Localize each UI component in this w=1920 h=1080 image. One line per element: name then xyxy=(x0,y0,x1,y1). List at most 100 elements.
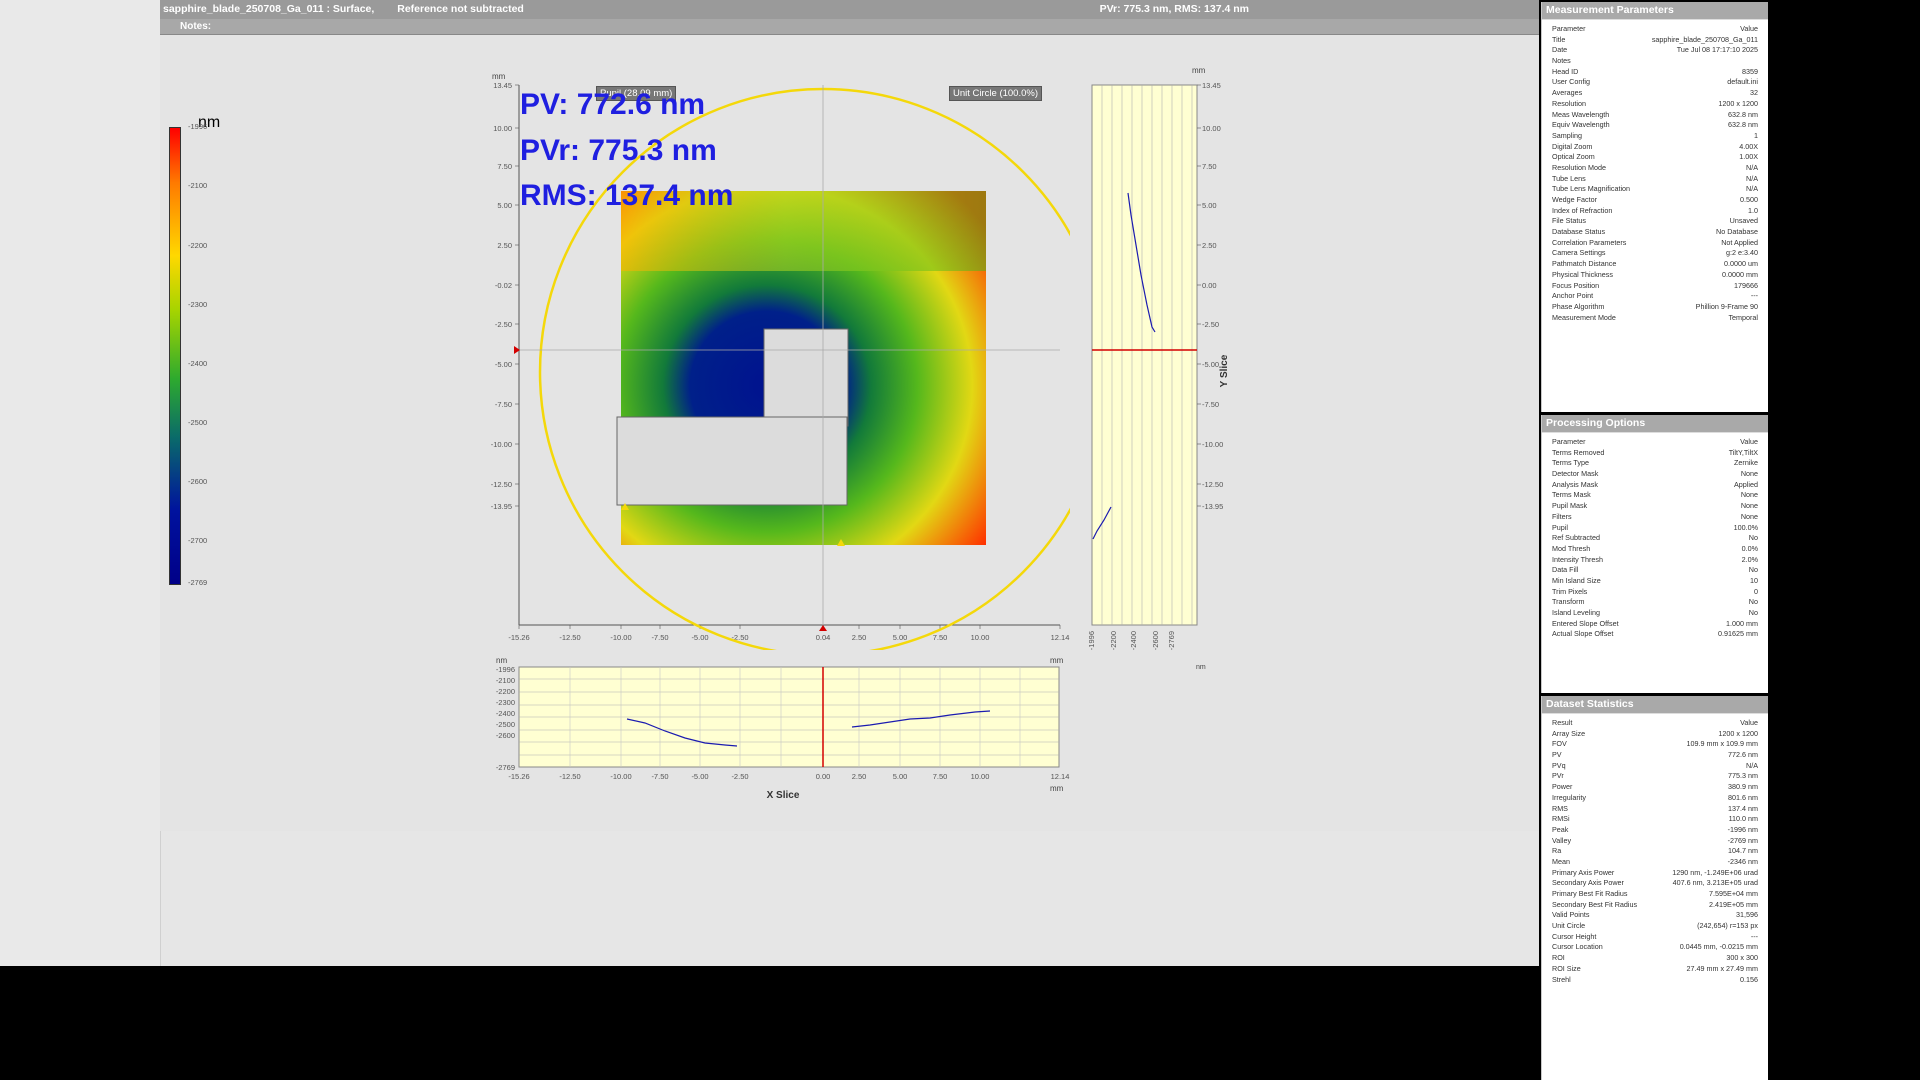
statistics-param: Strehl xyxy=(1552,974,1571,984)
measurement-value: Not Applied xyxy=(1721,237,1758,247)
colorbar-tick: -1996 xyxy=(188,122,208,131)
x-slice-y-tick: -2100 xyxy=(496,676,515,685)
measurement-row: Date Tue Jul 08 17:17:10 2025 xyxy=(1552,45,1758,56)
measurement-value: default.ini xyxy=(1727,77,1758,87)
processing-param: Data Fill xyxy=(1552,565,1579,575)
measurement-param: Resolution Mode xyxy=(1552,162,1606,172)
statistics-row: Power 380.9 nm xyxy=(1552,782,1758,793)
measurement-value: Unsaved xyxy=(1729,216,1758,226)
measurement-parameters-rows: Parameter Value Title sapphire_blade_250708… xyxy=(1542,20,1768,323)
statistics-param: Result xyxy=(1552,718,1573,727)
roi-box-center[interactable] xyxy=(763,328,849,427)
processing-row: Transform No xyxy=(1552,597,1758,608)
surface-y-ticks: 13.45 10.00 7.50 5.00 2.50 -0.02 -2.50 -5.00 -7.… xyxy=(491,81,519,511)
processing-param: Filters xyxy=(1552,511,1572,521)
measurement-row: Physical Thickness 0.0000 mm xyxy=(1552,270,1758,281)
statistics-row: Array Size 1200 x 1200 xyxy=(1552,729,1758,740)
x-slice-x-tick: 5.00 xyxy=(893,772,908,781)
processing-row: Intensity Thresh 2.0% xyxy=(1552,555,1758,566)
statistics-row: Result Value xyxy=(1552,718,1758,729)
measurement-row: Head ID 8359 xyxy=(1552,67,1758,78)
processing-value: None xyxy=(1740,511,1758,521)
y-slice-y-tick: -5.00 xyxy=(1202,360,1219,369)
processing-param: Trim Pixels xyxy=(1552,586,1588,596)
colorbar-tick: -2769 xyxy=(188,578,208,587)
measurement-param: Focus Position xyxy=(1552,280,1600,290)
measurement-value: N/A xyxy=(1746,173,1758,183)
surface-x-tick: 0.04 xyxy=(816,633,831,642)
colorbar-tick: -2600 xyxy=(188,477,208,486)
metric-rms: RMS: 137.4 nm xyxy=(520,179,734,212)
y-slice-y-tick: -12.50 xyxy=(1202,480,1223,489)
cursor-marker-x[interactable] xyxy=(819,625,827,631)
statistics-value: 801.6 nm xyxy=(1728,792,1758,802)
y-slice-y-tick: -2.50 xyxy=(1202,320,1219,329)
measurement-row: User Config default.ini xyxy=(1552,77,1758,88)
statistics-value: -2346 nm xyxy=(1727,856,1758,866)
colorbar-tick: -2300 xyxy=(188,300,208,309)
processing-param: Detector Mask xyxy=(1552,469,1599,479)
x-slice-x-ticks: -15.26 -12.50 -10.00 -7.50 -5.00 -2.50 0.00 2.5… xyxy=(508,772,1069,781)
statistics-param: Secondary Best Fit Radius xyxy=(1552,899,1638,909)
roi-box-lower[interactable] xyxy=(616,416,848,506)
statistics-value: 772.6 nm xyxy=(1728,750,1758,760)
notes-bar[interactable]: Notes: xyxy=(160,19,1539,35)
statistics-row: Ra 104.7 nm xyxy=(1552,846,1758,857)
surface-y-tick: -13.95 xyxy=(491,502,512,511)
processing-param: Terms Mask xyxy=(1552,490,1591,500)
processing-row: Filters None xyxy=(1552,512,1758,523)
measurement-row: Averages 32 xyxy=(1552,88,1758,99)
colorbar[interactable] xyxy=(169,127,181,585)
statistics-row: Strehl 0.156 xyxy=(1552,975,1758,986)
surface-y-tick: 7.50 xyxy=(497,162,512,171)
processing-value: No xyxy=(1748,533,1758,543)
dataset-statistics-panel: Dataset Statistics Result Value Array Size… xyxy=(1541,696,1768,1080)
statistics-param: Primary Best Fit Radius xyxy=(1552,889,1628,898)
processing-row: Detector Mask None xyxy=(1552,469,1758,480)
processing-row: Entered Slope Offset 1.000 mm xyxy=(1552,619,1758,630)
statistics-value: 775.3 nm xyxy=(1728,771,1758,781)
x-slice-x-tick: 10.00 xyxy=(971,772,990,781)
measurement-param: Camera Settings xyxy=(1552,248,1606,258)
title-text: sapphire_blade_250708_Ga_011 : Surface, xyxy=(163,3,375,15)
surface-x-tick: 10.00 xyxy=(971,633,990,642)
processing-row: Terms Mask None xyxy=(1552,490,1758,501)
measurement-param: Index of Refraction xyxy=(1552,205,1613,215)
measurement-row: Database Status No Database xyxy=(1552,227,1758,238)
statistics-value: 0.0445 mm, -0.0215 mm xyxy=(1679,942,1758,952)
surface-x-tick: -10.00 xyxy=(610,633,631,642)
measurement-row: Digital Zoom 4.00X xyxy=(1552,142,1758,153)
processing-param: Pupil xyxy=(1552,522,1568,532)
measurement-value: 4.00X xyxy=(1739,141,1758,151)
x-slice-plot[interactable]: nm mm mm -1996-2100-2200-2300-2400-2500-… xyxy=(470,655,1070,805)
y-slice-y-tick: 0.00 xyxy=(1202,281,1217,290)
measurement-param: Digital Zoom xyxy=(1552,141,1593,151)
x-slice-unit-right-bottom: mm xyxy=(1050,784,1064,793)
statistics-param: FOV xyxy=(1552,739,1567,749)
metric-pv: PV: 772.6 nm xyxy=(520,88,706,121)
measurement-param: Database Status xyxy=(1552,227,1606,237)
statistics-param: PVq xyxy=(1552,760,1566,770)
colorbar-tick: -2100 xyxy=(188,181,208,190)
unit-circle-label[interactable]: Unit Circle (100.0%) xyxy=(949,86,1042,101)
colorbar-tick: -2400 xyxy=(188,359,208,368)
statistics-param: Peak xyxy=(1552,824,1569,834)
statistics-row: ROI 300 x 300 xyxy=(1552,953,1758,964)
processing-value: No xyxy=(1748,608,1758,617)
measurement-row: Sampling 1 xyxy=(1552,131,1758,142)
colorbar-tick: -2500 xyxy=(188,418,208,427)
measurement-value: --- xyxy=(1750,291,1758,301)
title-bar: sapphire_blade_250708_Ga_011 : Surface, … xyxy=(160,0,1539,19)
y-slice-plot[interactable]: mm 13.45 10.00 7.50 5.00 2.50 0.00 -2.50 -5.00 -… xyxy=(1080,65,1230,675)
statistics-value: 1290 nm, -1.249E+06 urad xyxy=(1672,867,1758,877)
measurement-param: Phase Algorithm xyxy=(1552,301,1605,311)
y-slice-x-tick: -1996 xyxy=(1087,631,1096,650)
statistics-value: 300 x 300 xyxy=(1726,953,1758,963)
y-slice-y-tick: 7.50 xyxy=(1202,162,1217,171)
notes-label: Notes: xyxy=(180,21,212,32)
statistics-param: Cursor Location xyxy=(1552,942,1603,952)
x-slice-x-tick: 7.50 xyxy=(933,772,948,781)
surface-y-tick: -5.00 xyxy=(495,360,512,369)
measurement-value: N/A xyxy=(1746,184,1758,194)
measurement-value: 1200 x 1200 xyxy=(1718,98,1758,108)
